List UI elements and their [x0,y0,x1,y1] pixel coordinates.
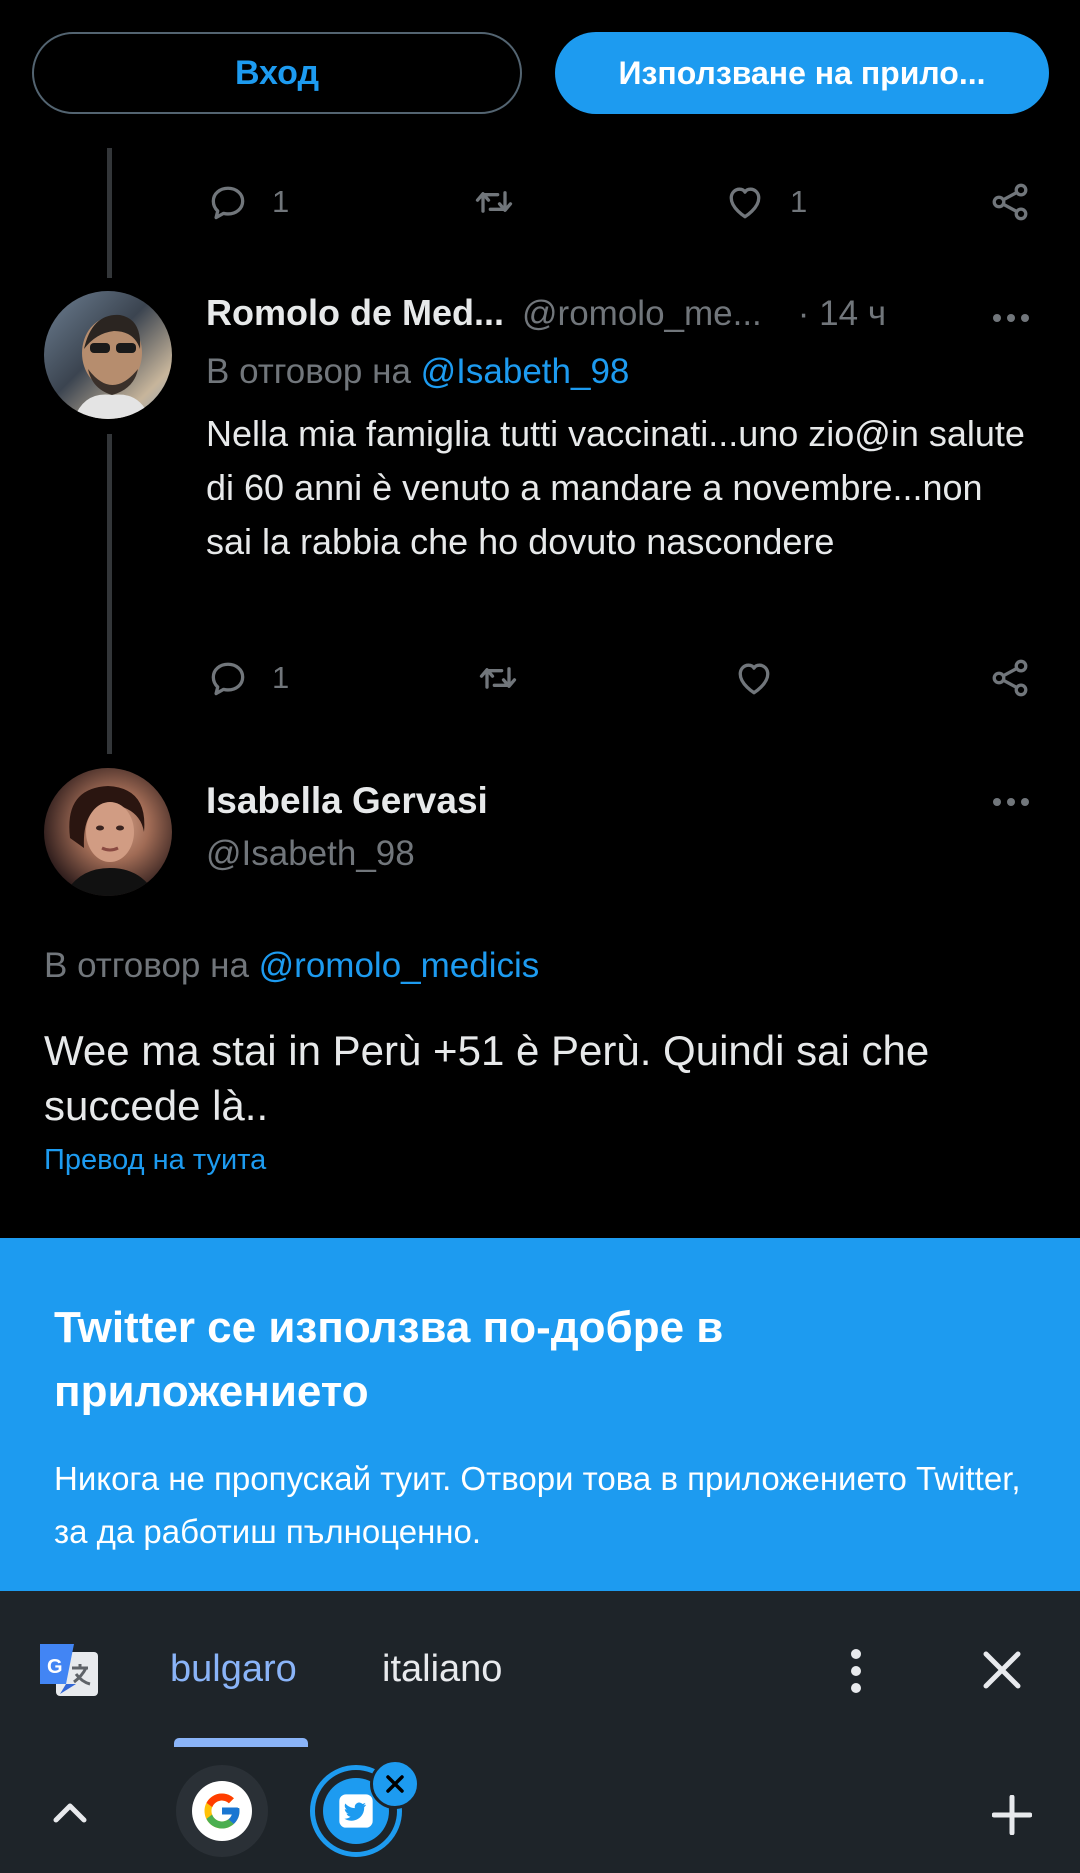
close-icon [386,1775,404,1793]
retweet-action[interactable] [470,180,518,224]
plus-icon [991,1794,1033,1836]
reply-action[interactable]: 1 [206,180,289,224]
tweet-text: Wee ma stai in Perù +51 è Perù. Quindi s… [44,1027,930,1129]
translate-tweet-link[interactable]: Превод на туита [44,1144,266,1177]
reply-icon [211,662,245,696]
reply-icon [211,186,245,220]
use-app-button[interactable]: Използване на прило... [555,32,1049,114]
like-icon [729,187,761,219]
translate-more-button[interactable] [840,1646,872,1696]
translate-close-button[interactable] [980,1648,1024,1692]
user-handle[interactable]: @romolo_me... [522,294,762,334]
add-bubble-button[interactable] [991,1794,1033,1836]
selected-tab-indicator [174,1738,308,1747]
more-icon [993,798,1029,806]
avatar[interactable] [44,291,172,419]
reply-context: В отговор на @romolo_medicis [44,946,539,986]
avatar-person-icon [64,786,156,896]
reply-count: 1 [272,184,290,219]
reply-prefix: В отговор на [44,946,249,985]
collapse-button[interactable] [50,1796,90,1826]
like-action[interactable] [731,656,777,700]
share-icon [992,183,1028,221]
more-button[interactable] [990,300,1032,341]
tweet-time[interactable]: · 14 ч [798,294,886,334]
reply-action[interactable]: 1 [206,656,289,700]
avatar-person-icon [74,314,150,419]
like-count: 1 [790,184,808,219]
share-action[interactable] [988,656,1032,700]
avatar[interactable] [44,768,172,896]
retweet-icon [479,667,517,689]
google-icon [204,1793,240,1829]
login-button[interactable]: Вход [32,32,522,114]
retweet-icon [475,191,513,213]
more-icon [993,314,1029,322]
twitter-icon [339,1794,373,1828]
banner-text: Никога не пропускай туит. Отвори това в … [54,1460,1021,1550]
google-bubble[interactable] [176,1765,268,1857]
reply-context: В отговор на @Isabeth_98 [206,352,629,392]
mention-link[interactable]: @Isabeth_98 [421,352,630,391]
translate-icon[interactable]: G [36,1640,102,1704]
close-icon [983,1651,1021,1689]
mention-link[interactable]: @romolo_medicis [259,946,540,985]
share-action[interactable] [988,180,1032,224]
lang-tab-bulgarian[interactable]: bulgaro [170,1648,297,1691]
thread-line [107,148,112,278]
like-icon [738,663,770,695]
reply-prefix: В отговор на [206,352,411,391]
translate-bar [0,1591,1080,1747]
more-vertical-icon [851,1649,861,1693]
svg-text:G: G [47,1656,63,1678]
tweet-text: Nella mia famiglia tutti vaccinati...uno… [206,413,1025,562]
like-action[interactable]: 1 [722,180,807,224]
banner-title: Twitter се използва по-добре в приложени… [54,1303,724,1416]
display-name[interactable]: Isabella Gervasi [206,780,488,822]
chevron-up-icon [53,1803,87,1823]
bubble-bar [0,1747,1080,1873]
reply-count: 1 [272,660,290,695]
retweet-action[interactable] [474,656,522,700]
more-button[interactable] [990,784,1032,825]
bubble-dismiss-button[interactable] [370,1759,420,1809]
lang-tab-italian[interactable]: italiano [382,1648,502,1691]
share-icon [992,659,1028,697]
user-handle[interactable]: @Isabeth_98 [206,834,415,874]
thread-line [107,434,112,754]
tweet-header: Romolo de Med... @romolo_me... · 14 ч [206,292,886,334]
display-name[interactable]: Romolo de Med... [206,292,504,334]
